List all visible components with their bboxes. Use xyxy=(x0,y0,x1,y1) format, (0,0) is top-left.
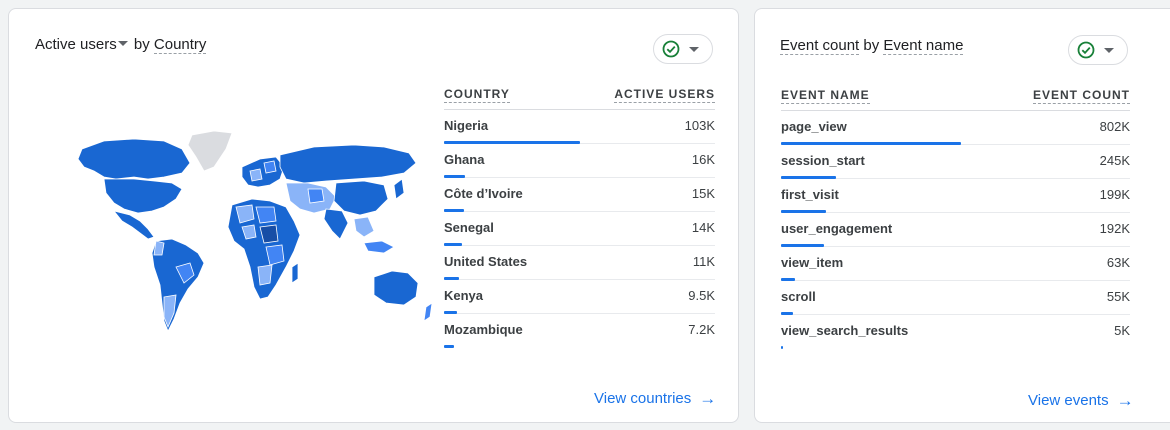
row-value: 55K xyxy=(1106,289,1130,304)
row-name: United States xyxy=(444,254,528,269)
table-row[interactable]: Mozambique 7.2K xyxy=(444,314,715,348)
table-header: COUNTRY ACTIVE USERS xyxy=(444,81,715,110)
row-name: view_search_results xyxy=(781,323,909,338)
column-header-active-users[interactable]: ACTIVE USERS xyxy=(614,87,715,103)
check-circle-icon xyxy=(1077,41,1095,59)
title-by: by xyxy=(133,36,150,53)
column-header-event-count[interactable]: EVENT COUNT xyxy=(1032,88,1130,104)
card-title: Event count by Event name xyxy=(780,37,964,55)
check-circle-icon xyxy=(662,40,680,58)
table-row[interactable]: user_engagement 192K xyxy=(781,213,1130,247)
table-row[interactable]: first_visit 199K xyxy=(781,179,1130,213)
row-value: 63K xyxy=(1106,255,1130,270)
metric-selector[interactable]: Event count xyxy=(780,37,860,55)
table-row[interactable]: Côte d’Ivoire 15K xyxy=(444,178,715,212)
row-name: Senegal xyxy=(444,220,494,235)
view-countries-label: View countries xyxy=(594,390,692,407)
row-name: view_item xyxy=(781,255,844,270)
row-value: 192K xyxy=(1099,221,1130,236)
row-share-bar xyxy=(781,346,783,349)
status-dropdown[interactable] xyxy=(1068,35,1128,65)
column-header-country[interactable]: COUNTRY xyxy=(444,87,510,103)
table-row[interactable]: Nigeria 103K xyxy=(444,110,715,144)
country-table: COUNTRY ACTIVE USERS Nigeria 103K Ghana 16K… xyxy=(444,81,715,348)
row-name: first_visit xyxy=(781,187,839,202)
dimension-selector[interactable]: Event name xyxy=(883,37,964,55)
event-table: EVENT NAME EVENT COUNT page_view 802K sess… xyxy=(781,82,1130,349)
table-row[interactable]: Ghana 16K xyxy=(444,144,715,178)
row-share-bar xyxy=(444,345,454,348)
row-name: Nigeria xyxy=(444,118,489,133)
arrow-right-icon: → xyxy=(699,389,717,408)
column-header-event-name[interactable]: EVENT NAME xyxy=(781,88,870,104)
row-value: 199K xyxy=(1099,187,1130,202)
card-title: Active users by Country xyxy=(35,36,207,54)
caret-down-icon xyxy=(689,47,699,52)
row-name: Kenya xyxy=(444,288,484,303)
view-countries-link[interactable]: View countries → xyxy=(594,389,716,409)
caret-down-icon xyxy=(1104,48,1114,53)
row-name: session_start xyxy=(781,153,865,168)
title-by: by xyxy=(863,37,880,54)
row-name: Côte d’Ivoire xyxy=(444,186,523,201)
active-users-card: Active users by Country COUNTRY ACTIVE U… xyxy=(8,8,739,423)
world-map[interactable] xyxy=(64,127,439,337)
view-events-label: View events xyxy=(1028,392,1109,409)
dimension-selector[interactable]: Country xyxy=(153,36,207,54)
row-name: page_view xyxy=(781,119,847,134)
row-name: Mozambique xyxy=(444,322,523,337)
status-dropdown[interactable] xyxy=(653,34,713,64)
table-row[interactable]: view_search_results 5K xyxy=(781,315,1130,349)
row-value: 245K xyxy=(1099,153,1130,168)
view-events-link[interactable]: View events → xyxy=(1028,391,1134,411)
metric-selector[interactable]: Active users xyxy=(35,36,130,53)
table-row[interactable]: scroll 55K xyxy=(781,281,1130,315)
event-count-card: Event count by Event name EVENT NAME EVE… xyxy=(754,8,1170,423)
row-value: 7.2K xyxy=(688,322,715,337)
row-value: 11K xyxy=(692,254,715,269)
table-row[interactable]: Kenya 9.5K xyxy=(444,280,715,314)
row-name: Ghana xyxy=(444,152,485,167)
caret-down-icon xyxy=(117,41,128,47)
row-name: user_engagement xyxy=(781,221,893,236)
row-value: 9.5K xyxy=(688,288,715,303)
row-value: 802K xyxy=(1099,119,1130,134)
table-row[interactable]: United States 11K xyxy=(444,246,715,280)
arrow-right-icon: → xyxy=(1116,391,1134,410)
table-row[interactable]: page_view 802K xyxy=(781,111,1130,145)
row-value: 15K xyxy=(691,186,715,201)
table-row[interactable]: view_item 63K xyxy=(781,247,1130,281)
row-value: 5K xyxy=(1114,323,1130,338)
row-name: scroll xyxy=(781,289,816,304)
table-row[interactable]: session_start 245K xyxy=(781,145,1130,179)
row-value: 103K xyxy=(684,118,715,133)
row-value: 14K xyxy=(691,220,715,235)
table-row[interactable]: Senegal 14K xyxy=(444,212,715,246)
table-header: EVENT NAME EVENT COUNT xyxy=(781,82,1130,111)
row-value: 16K xyxy=(691,152,715,167)
